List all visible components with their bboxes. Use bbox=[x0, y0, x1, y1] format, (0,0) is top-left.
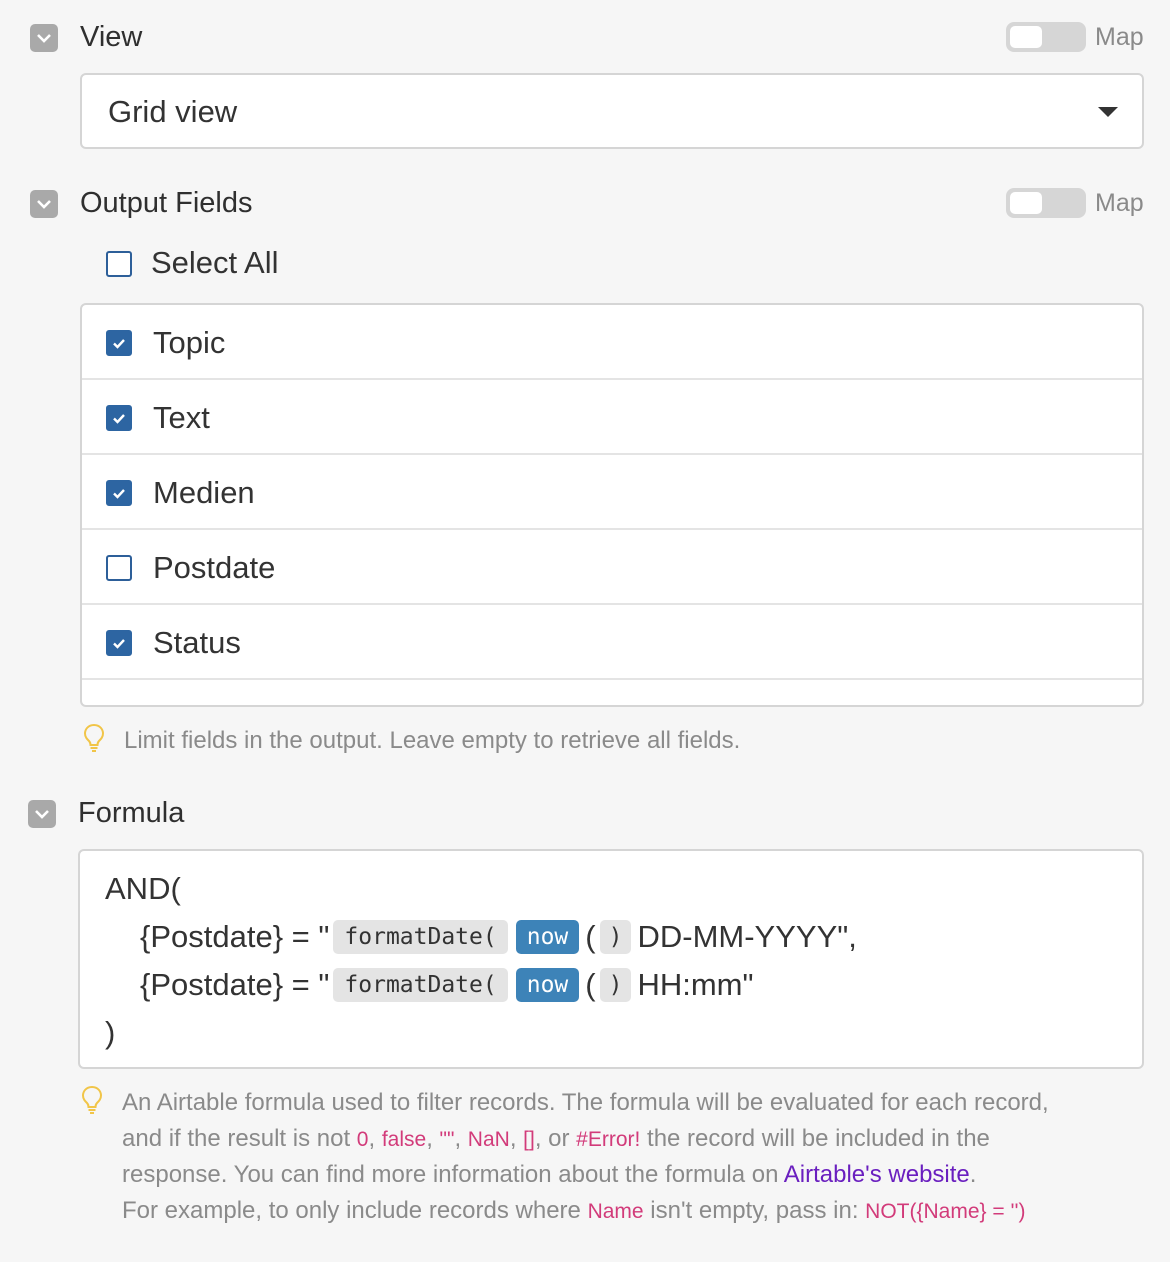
check-icon bbox=[113, 638, 125, 649]
field-label-topic: Topic bbox=[153, 325, 226, 360]
chevron-down-icon bbox=[35, 810, 49, 819]
select-all-checkbox[interactable] bbox=[106, 251, 132, 277]
help-sep: , bbox=[454, 1125, 468, 1152]
output-fields-map-label: Map bbox=[1095, 189, 1144, 217]
field-checkbox-medien[interactable] bbox=[106, 480, 132, 506]
field-row-postdate[interactable]: Postdate bbox=[82, 530, 1142, 605]
field-checkbox-status[interactable] bbox=[106, 630, 132, 656]
formula-collapse-toggle[interactable] bbox=[28, 800, 56, 828]
help-sep: , or bbox=[534, 1125, 577, 1152]
help-text: . bbox=[969, 1161, 977, 1188]
formula-line-4-text: ) bbox=[105, 1015, 116, 1050]
formula-help-line-1: An Airtable formula used to filter recor… bbox=[122, 1089, 1049, 1116]
code-zero: 0 bbox=[356, 1128, 369, 1151]
select-all-label: Select All bbox=[151, 245, 279, 280]
formula-line-2-prefix: {Postdate} = " bbox=[140, 919, 330, 954]
airtable-website-link[interactable]: Airtable's website bbox=[784, 1161, 970, 1188]
field-row-medien[interactable]: Medien bbox=[82, 455, 1142, 530]
output-fields-collapse-toggle[interactable] bbox=[30, 190, 58, 218]
paren-open: ( bbox=[585, 919, 596, 954]
field-checkbox-postdate[interactable] bbox=[106, 555, 132, 581]
code-example: NOT({Name} = '') bbox=[865, 1200, 1026, 1223]
output-fields-hint: Limit fields in the output. Leave empty … bbox=[124, 727, 741, 754]
paren-close-pill[interactable]: ) bbox=[599, 920, 632, 954]
help-sep: , bbox=[426, 1125, 440, 1152]
lightbulb-icon bbox=[82, 723, 106, 753]
field-label-postdate: Postdate bbox=[153, 550, 276, 585]
help-text: isn't empty, pass in: bbox=[643, 1197, 866, 1224]
view-label: View bbox=[80, 21, 143, 53]
view-map-toggle[interactable] bbox=[1006, 22, 1086, 52]
chevron-down-icon bbox=[37, 200, 51, 209]
help-sep: , bbox=[368, 1125, 382, 1152]
field-label-status: Status bbox=[153, 625, 241, 660]
fields-list[interactable]: Topic Text Medien Postdate Status bbox=[80, 303, 1144, 707]
formula-line-1-text: AND( bbox=[105, 871, 181, 906]
formula-line-3-suffix: HH:mm" bbox=[637, 967, 754, 1002]
formula-line-3-prefix: {Postdate} = " bbox=[140, 967, 330, 1002]
code-error: #Error! bbox=[576, 1128, 641, 1151]
formula-label: Formula bbox=[78, 797, 185, 829]
paren-close-pill[interactable]: ) bbox=[599, 968, 632, 1002]
now-pill[interactable]: now bbox=[515, 920, 580, 954]
field-label-text: Text bbox=[153, 400, 210, 435]
lightbulb-icon bbox=[80, 1085, 104, 1115]
formatdate-pill[interactable]: formatDate( bbox=[333, 920, 508, 954]
code-empty-string: "" bbox=[439, 1128, 455, 1151]
field-row-topic[interactable]: Topic bbox=[82, 305, 1142, 380]
output-fields-map-toggle[interactable] bbox=[1006, 188, 1086, 218]
formula-help-line-3: response. You can find more information … bbox=[122, 1157, 976, 1193]
field-checkbox-topic[interactable] bbox=[106, 330, 132, 356]
code-name: Name bbox=[587, 1200, 644, 1223]
check-icon bbox=[113, 488, 125, 499]
help-text: For example, to only include records whe… bbox=[122, 1197, 588, 1224]
formula-line-2-suffix: DD-MM-YYYY", bbox=[637, 919, 857, 954]
field-checkbox-text[interactable] bbox=[106, 405, 132, 431]
help-text: response. You can find more information … bbox=[122, 1161, 784, 1188]
help-sep: , bbox=[509, 1125, 524, 1152]
formula-help-line-2: and if the result is not 0, false, "", N… bbox=[122, 1121, 990, 1158]
code-nan: NaN bbox=[467, 1128, 510, 1151]
help-text: and if the result is not bbox=[122, 1125, 357, 1152]
view-collapse-toggle[interactable] bbox=[30, 24, 58, 52]
check-icon bbox=[113, 338, 125, 349]
code-empty-array: [] bbox=[523, 1128, 535, 1151]
view-select-value: Grid view bbox=[108, 94, 238, 129]
chevron-down-icon bbox=[37, 34, 51, 43]
output-fields-label: Output Fields bbox=[80, 187, 253, 219]
formula-editor[interactable]: AND( {Postdate} = " formatDate( now ( ) … bbox=[78, 849, 1144, 1069]
field-row-text[interactable]: Text bbox=[82, 380, 1142, 455]
view-map-label: Map bbox=[1095, 23, 1144, 51]
paren-open: ( bbox=[585, 967, 596, 1002]
formula-line-1: AND( bbox=[105, 865, 181, 913]
field-row-status[interactable]: Status bbox=[82, 605, 1142, 680]
formatdate-pill[interactable]: formatDate( bbox=[333, 968, 508, 1002]
code-false: false bbox=[381, 1128, 427, 1151]
help-text: the record will be included in the bbox=[640, 1125, 990, 1152]
formula-help-line-4: For example, to only include records whe… bbox=[122, 1193, 1025, 1230]
caret-down-icon bbox=[1098, 107, 1118, 117]
formula-line-2: {Postdate} = " formatDate( now ( ) DD-MM… bbox=[140, 913, 857, 961]
now-pill[interactable]: now bbox=[515, 968, 580, 1002]
formula-line-4: ) bbox=[105, 1009, 115, 1057]
field-label-medien: Medien bbox=[153, 475, 255, 510]
formula-line-3: {Postdate} = " formatDate( now ( ) HH:mm… bbox=[140, 961, 754, 1009]
view-select[interactable]: Grid view bbox=[80, 73, 1144, 149]
check-icon bbox=[113, 413, 125, 424]
